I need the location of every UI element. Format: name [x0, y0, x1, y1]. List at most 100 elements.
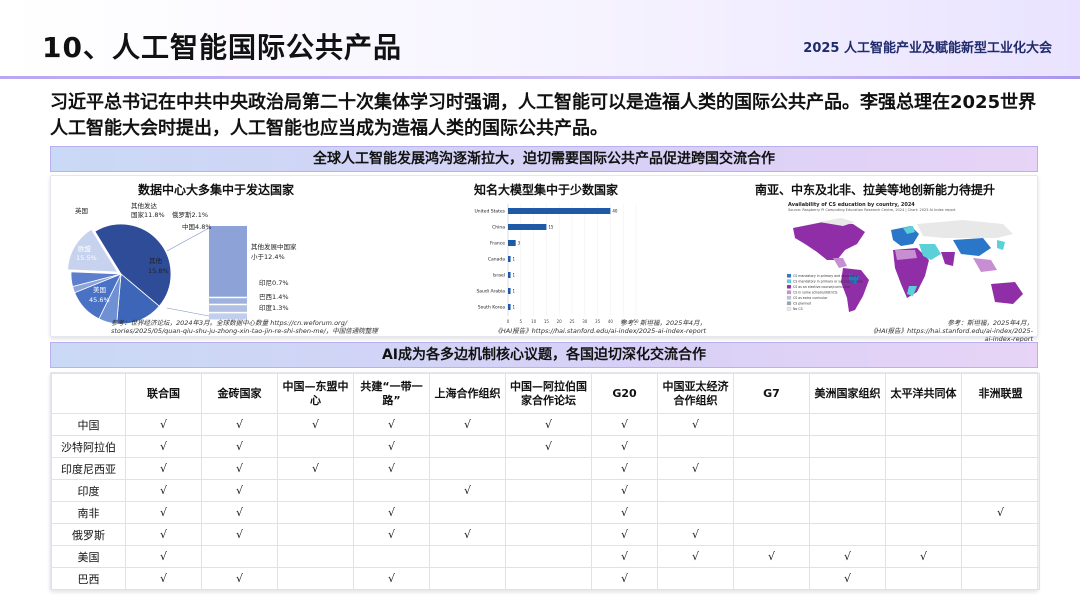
table-row: 中国 √ √ √ √ √ √ √ √	[51, 413, 1040, 436]
membership-cell	[201, 545, 278, 568]
legend-label: CS planned	[793, 302, 811, 306]
llm-ref-line2: 《HAI报告》https://hai.stanford.edu/ai-index…	[494, 327, 706, 335]
country-cell: 印度尼西亚	[51, 457, 126, 480]
category-label: Saudi Arabia	[476, 289, 505, 295]
datacenter-ref-line1: 参考：世界经济论坛，2024年3月。全球数据中心数量 https://cn.we…	[111, 319, 348, 327]
membership-cell	[657, 435, 734, 458]
datacenter-reference: 参考：世界经济论坛，2024年3月。全球数据中心数量 https://cn.we…	[111, 319, 381, 335]
membership-cell: √	[125, 435, 202, 458]
membership-cell: √	[353, 501, 430, 524]
breakdown-label-3: 印度1.3%	[259, 303, 289, 312]
membership-cell	[277, 523, 354, 546]
membership-cell: √	[353, 413, 430, 436]
breakdown-segment	[209, 305, 247, 312]
legend-swatch	[786, 273, 792, 278]
membership-cell: √	[591, 545, 658, 568]
llm-reference: 参考：斯坦福，2025年4月， 《HAI报告》https://hai.stanf…	[476, 319, 706, 335]
membership-cell	[885, 413, 962, 436]
table-header-row: 联合国 金砖国家 中国—东盟中心 共建“一带一路” 上海合作组织 中国—阿拉伯国家合作论坛…	[51, 373, 1040, 414]
label-other-developed-1: 其他发达	[131, 201, 158, 210]
membership-cell	[961, 413, 1040, 436]
bar-value-label: 1	[513, 289, 516, 294]
membership-cell: √	[429, 523, 506, 546]
table-row: 印度尼西亚 √ √ √ √ √ √	[51, 457, 1040, 480]
membership-cell	[277, 479, 354, 502]
bar	[508, 272, 511, 278]
membership-cell: √	[733, 545, 810, 568]
membership-cell: √	[591, 523, 658, 546]
bar	[508, 224, 547, 230]
label-russia: 俄罗斯2.1%	[172, 210, 208, 219]
category-label: South Korea	[478, 305, 506, 311]
membership-cell	[885, 457, 962, 480]
membership-cell: √	[591, 501, 658, 524]
pie-connector-lines	[166, 227, 210, 317]
category-label: United States	[475, 209, 506, 215]
column-header: 上海合作组织	[429, 373, 506, 414]
membership-cell	[429, 545, 506, 568]
table-row: 印度 √ √ √ √	[51, 479, 1040, 502]
membership-cell	[733, 567, 810, 590]
label-china: 中国4.8%	[182, 222, 212, 231]
bar-value-label: 1	[513, 257, 516, 262]
cs-ref-line2: 《HAI报告》https://hai.stanford.edu/ai-index…	[869, 327, 1033, 343]
bar-value-label: 1	[513, 305, 516, 310]
legend-swatch	[786, 290, 792, 295]
membership-cell: √	[201, 413, 278, 436]
legend-label: No CS	[793, 307, 803, 311]
membership-cell: √	[809, 567, 886, 590]
country-cell: 俄罗斯	[51, 523, 126, 546]
membership-cell: √	[277, 413, 354, 436]
bar	[508, 288, 511, 294]
breakdown-segment	[209, 226, 247, 297]
llm-ref-line1: 参考：斯坦福，2025年4月，	[620, 319, 706, 327]
membership-cell	[733, 413, 810, 436]
cs-education-reference: 参考：斯坦福，2025年4月， 《HAI报告》https://hai.stanf…	[863, 319, 1033, 343]
breakdown-stack	[209, 226, 247, 320]
bar-value-label: 3	[518, 241, 521, 246]
multilateral-table-container: 联合国 金砖国家 中国—东盟中心 共建“一带一路” 上海合作组织 中国—阿拉伯国家合作论坛…	[50, 372, 1040, 590]
membership-cell: √	[201, 501, 278, 524]
legend-label: CS as an elective course/curriculum	[793, 285, 850, 289]
membership-cell: √	[657, 413, 734, 436]
table-row: 巴西 √ √ √ √ √	[51, 567, 1040, 590]
membership-cell: √	[353, 457, 430, 480]
membership-cell	[809, 479, 886, 502]
bar-value-label: 1	[513, 273, 516, 278]
bar	[508, 208, 611, 214]
membership-cell: √	[201, 523, 278, 546]
llm-bar-chart: 05101520253035404550Number of notable AI…	[475, 204, 639, 323]
column-header: 中国亚太经济合作组织	[657, 373, 734, 414]
membership-cell	[961, 567, 1040, 590]
membership-cell	[809, 457, 886, 480]
membership-cell: √	[125, 457, 202, 480]
table-row: 南非 √ √ √ √ √	[51, 501, 1040, 524]
column-header: 美洲国家组织	[809, 373, 886, 414]
column-header: 太平洋共同体	[885, 373, 962, 414]
membership-cell	[277, 435, 354, 458]
membership-cell	[961, 457, 1040, 480]
legend-swatch	[786, 295, 792, 300]
cs-education-panel: 南亚、中东及北非、拉美等地创新能力待提升 Availability of CS …	[713, 176, 1037, 343]
country-cell: 巴西	[51, 567, 126, 590]
datacenter-pie-chart: 英国 其他发达 国家11.8% 俄罗斯2.1% 中国4.8% 其他 15.8% …	[67, 201, 297, 325]
membership-cell: √	[657, 545, 734, 568]
header-corner	[51, 373, 126, 414]
category-label: Canada	[488, 257, 505, 263]
legend-swatch	[786, 279, 792, 284]
page-title: 10、人工智能国际公共产品	[42, 31, 402, 64]
label-other-2: 15.8%	[148, 267, 169, 275]
multilateral-mechanism-table: 联合国 金砖国家 中国—东盟中心 共建“一带一路” 上海合作组织 中国—阿拉伯国家合作论坛…	[51, 373, 1040, 590]
membership-cell: √	[201, 435, 278, 458]
membership-cell	[429, 457, 506, 480]
membership-cell: √	[591, 413, 658, 436]
breakdown-sub-0: 小于12.4%	[251, 252, 285, 261]
membership-cell	[429, 567, 506, 590]
label-other-1: 其他	[149, 256, 163, 265]
membership-cell: √	[591, 567, 658, 590]
membership-cell	[809, 413, 886, 436]
section2-banner: AI成为各多边机制核心议题，各国迫切深化交流合作	[50, 342, 1038, 368]
membership-cell: √	[277, 457, 354, 480]
table-body: 中国 √ √ √ √ √ √ √ √ 沙特阿拉伯 √ √ √ √ √ 印度尼西亚 √ √ √ √ √ √ 印度 √ √ √ √ 南非 √…	[51, 413, 1040, 590]
membership-cell	[505, 501, 592, 524]
